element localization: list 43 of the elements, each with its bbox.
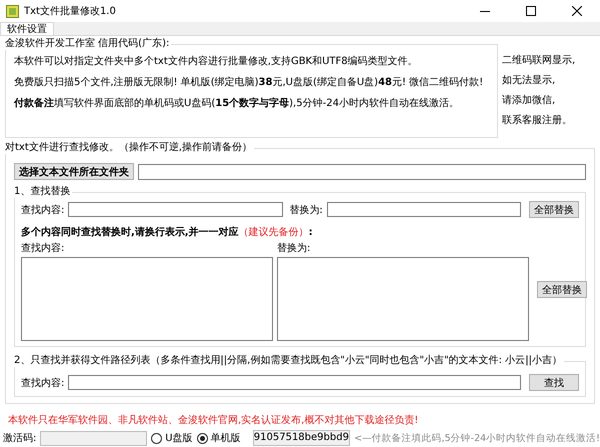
machine-code-field: 91057518be9bbd9 xyxy=(252,430,350,446)
backup-warning: （建议先备份） xyxy=(238,227,309,238)
activation-code-field[interactable] xyxy=(40,430,148,446)
folder-path-field[interactable] xyxy=(138,164,586,180)
group-title: 金浚软件开发工作室 信用代码(广东): xyxy=(5,37,172,50)
group-title: 1、查找替换 xyxy=(14,185,72,198)
qr-note: 如无法显示, xyxy=(502,74,556,87)
qr-note: 二维码联网显示, xyxy=(502,54,576,67)
field-label: 替换为: xyxy=(277,242,312,255)
field-label: 查找内容: xyxy=(21,204,64,216)
select-folder-button[interactable]: 选择文本文件所在文件夹 xyxy=(14,163,134,180)
group-title: 对txt文件进行查找修改。（操作不可逆,操作前请备份） xyxy=(5,141,254,154)
window-title: Txt文件批量修改1.0 xyxy=(24,4,117,18)
tab[interactable]: 软件设置 xyxy=(0,22,54,35)
app-icon xyxy=(6,4,19,18)
info-text: 本软件可以对指定文件夹中多个txt文件内容进行批量修改,支持GBK和UTF8编码类型文件。 xyxy=(14,55,419,68)
search-button[interactable]: 查找 xyxy=(529,374,579,391)
replace-text-area[interactable] xyxy=(277,257,529,341)
group-title: 2、只查找并获得文件路径列表（多条件查找用||分隔,例如需要查找既包含"小云"同时也包含"小吉"的文本文件: 小云||小吉） xyxy=(14,354,564,367)
hint-text: <—付款备注填此码,5分钟-24小时内软件自动在线激活! xyxy=(354,432,600,444)
radio-button[interactable] xyxy=(196,432,208,444)
find-field[interactable] xyxy=(68,202,284,217)
qr-note: 请添加微信, xyxy=(502,94,556,107)
find-text-area[interactable] xyxy=(21,257,273,341)
notice-text: 本软件只在华军软件园、非凡软件站、金浚软件官网,实名认证发布,概不对其他下载途径负责! xyxy=(8,414,420,427)
maximize-icon[interactable] xyxy=(526,6,536,16)
info-text: 免费版只扫描5个文件,注册版无限制! 单机版(绑定电脑)38元,U盘版(绑定自备U盘)48元! 微信二维码付款! xyxy=(14,76,484,89)
field-label: 查找内容: xyxy=(21,242,66,255)
radio-label[interactable]: U盘版 xyxy=(165,431,193,445)
radio-label[interactable]: 单机版 xyxy=(210,431,241,445)
search-field[interactable] xyxy=(68,375,521,390)
replace-all-button[interactable]: 全部替换 xyxy=(537,281,587,298)
field-label: 替换为: xyxy=(289,204,323,216)
replace-field[interactable] xyxy=(326,202,521,217)
radio-button[interactable] xyxy=(151,432,162,444)
multi-replace-note: 多个内容同时查找替换时,请换行表示,并一一对应 xyxy=(21,227,239,238)
close-icon[interactable] xyxy=(572,6,582,16)
field-label: 激活码: xyxy=(3,432,36,445)
replace-all-button[interactable]: 全部替换 xyxy=(529,201,579,218)
info-text: 付款备注填写软件界面底部的单机码或U盘码(15个数字与字母),5分钟-24小时内软件自动在线激活。 xyxy=(14,97,460,110)
field-label: 查找内容: xyxy=(21,376,64,390)
qr-note: 联系客服注册。 xyxy=(502,114,573,127)
colon-text: : xyxy=(308,227,313,238)
